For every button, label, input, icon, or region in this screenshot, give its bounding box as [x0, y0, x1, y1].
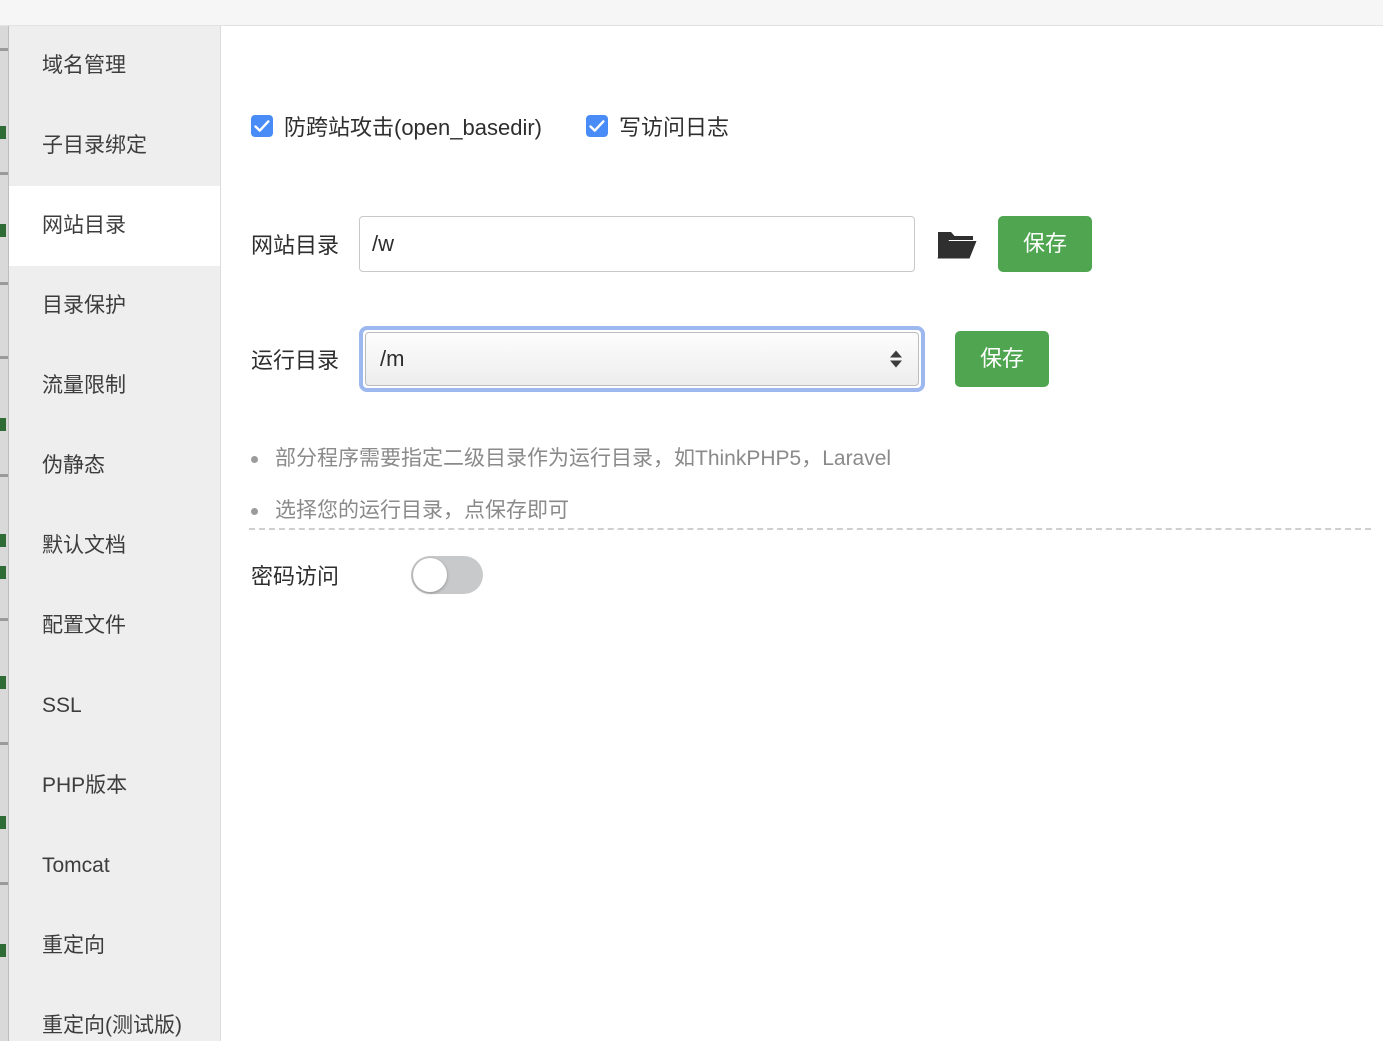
password-access-row: 密码访问	[251, 556, 483, 594]
sidebar-item-label: 网站目录	[42, 214, 126, 237]
rail-green-tick	[0, 676, 6, 689]
sidebar-item-label: PHP版本	[42, 774, 127, 797]
header-ghost-text: · ·	[268, 0, 287, 7]
sidebar-item-domain-management[interactable]: 域名管理	[9, 26, 220, 106]
sidebar-item-label: 伪静态	[42, 454, 105, 477]
bullet-icon	[251, 456, 258, 463]
password-access-label: 密码访问	[251, 559, 411, 591]
rail-tick	[0, 282, 9, 285]
sidebar-item-redirect[interactable]: 重定向	[9, 906, 220, 986]
arrow-up-icon	[890, 351, 902, 358]
left-edge-rail	[0, 26, 9, 1041]
rail-tick	[0, 742, 9, 745]
sidebar-item-label: 目录保护	[42, 294, 126, 317]
check-icon	[589, 119, 605, 134]
checkbox-label-access-log: 写访问日志	[619, 110, 729, 142]
checkbox-access-log[interactable]	[586, 115, 608, 137]
sidebar-item-label: 域名管理	[42, 54, 126, 77]
folder-open-icon[interactable]	[937, 227, 977, 261]
sidebar-item-label: 子目录绑定	[42, 134, 147, 157]
rail-tick	[0, 618, 9, 621]
arrow-down-icon	[890, 361, 902, 368]
checkbox-group-access-log[interactable]: 写访问日志	[586, 110, 729, 142]
sidebar-item-label: Tomcat	[42, 854, 110, 877]
rail-tick	[0, 356, 9, 359]
tip-text: 部分程序需要指定二级目录作为运行目录，如ThinkPHP5，Laravel	[275, 444, 891, 474]
sidebar-item-website-directory[interactable]: 网站目录	[9, 186, 220, 266]
sidebar-item-redirect-beta[interactable]: 重定向(测试版)	[9, 986, 220, 1041]
rail-green-tick	[0, 224, 6, 237]
website-directory-input[interactable]	[359, 216, 915, 272]
rail-tick	[0, 48, 9, 51]
tip-item: 部分程序需要指定二级目录作为运行目录，如ThinkPHP5，Laravel	[251, 444, 1251, 474]
run-directory-row: 运行目录 /m 保存	[251, 326, 1049, 392]
window-header-strip: · ·	[0, 0, 1383, 26]
rail-green-tick	[0, 534, 6, 547]
sidebar-item-label: 重定向(测试版)	[42, 1014, 182, 1037]
check-icon	[254, 119, 270, 134]
password-access-toggle[interactable]	[411, 556, 483, 594]
sidebar-nav: 域名管理 子目录绑定 网站目录 目录保护 流量限制 伪静态 默认文档 配置文件 …	[9, 26, 221, 1041]
sidebar-item-label: 流量限制	[42, 374, 126, 397]
run-directory-select-focus-ring: /m	[359, 326, 925, 392]
sidebar-item-label: 配置文件	[42, 614, 126, 637]
tip-item: 选择您的运行目录，点保存即可	[251, 496, 1251, 526]
options-checkbox-row: 防跨站攻击(open_basedir) 写访问日志	[251, 110, 729, 142]
sidebar-item-ssl[interactable]: SSL	[9, 666, 220, 746]
website-directory-row: 网站目录 保存	[251, 216, 1092, 272]
chevron-updown-icon	[890, 351, 902, 368]
sidebar-item-traffic-limit[interactable]: 流量限制	[9, 346, 220, 426]
section-divider	[249, 528, 1371, 530]
rail-green-tick	[0, 816, 6, 829]
checkbox-open-basedir[interactable]	[251, 115, 273, 137]
run-directory-label: 运行目录	[251, 343, 359, 375]
sidebar-item-php-version[interactable]: PHP版本	[9, 746, 220, 826]
main-content-panel: 防跨站攻击(open_basedir) 写访问日志 网站目录 保存 运行目录	[222, 26, 1383, 1041]
rail-green-tick	[0, 566, 6, 579]
toggle-knob	[413, 558, 447, 592]
sidebar-item-label: SSL	[42, 694, 82, 717]
bullet-icon	[251, 508, 258, 515]
sidebar-item-tomcat[interactable]: Tomcat	[9, 826, 220, 906]
checkbox-group-open-basedir[interactable]: 防跨站攻击(open_basedir)	[251, 110, 542, 142]
sidebar-item-directory-protection[interactable]: 目录保护	[9, 266, 220, 346]
sidebar-item-label: 默认文档	[42, 534, 126, 557]
tips-list: 部分程序需要指定二级目录作为运行目录，如ThinkPHP5，Laravel 选择…	[251, 444, 1251, 548]
save-website-directory-button[interactable]: 保存	[998, 216, 1092, 272]
tip-text: 选择您的运行目录，点保存即可	[275, 496, 569, 526]
run-directory-select[interactable]: /m	[365, 332, 919, 386]
rail-tick	[0, 172, 9, 175]
run-directory-selected-value: /m	[366, 346, 404, 372]
rail-tick	[0, 474, 9, 477]
rail-green-tick	[0, 126, 6, 139]
rail-green-tick	[0, 944, 6, 957]
sidebar-item-pseudo-static[interactable]: 伪静态	[9, 426, 220, 506]
save-run-directory-button[interactable]: 保存	[955, 331, 1049, 387]
website-directory-label: 网站目录	[251, 228, 359, 260]
sidebar-item-subdirectory-binding[interactable]: 子目录绑定	[9, 106, 220, 186]
rail-green-tick	[0, 418, 6, 431]
rail-tick	[0, 882, 9, 885]
sidebar-item-default-document[interactable]: 默认文档	[9, 506, 220, 586]
sidebar-item-config-file[interactable]: 配置文件	[9, 586, 220, 666]
checkbox-label-open-basedir: 防跨站攻击(open_basedir)	[284, 110, 542, 142]
sidebar-item-label: 重定向	[42, 934, 105, 957]
